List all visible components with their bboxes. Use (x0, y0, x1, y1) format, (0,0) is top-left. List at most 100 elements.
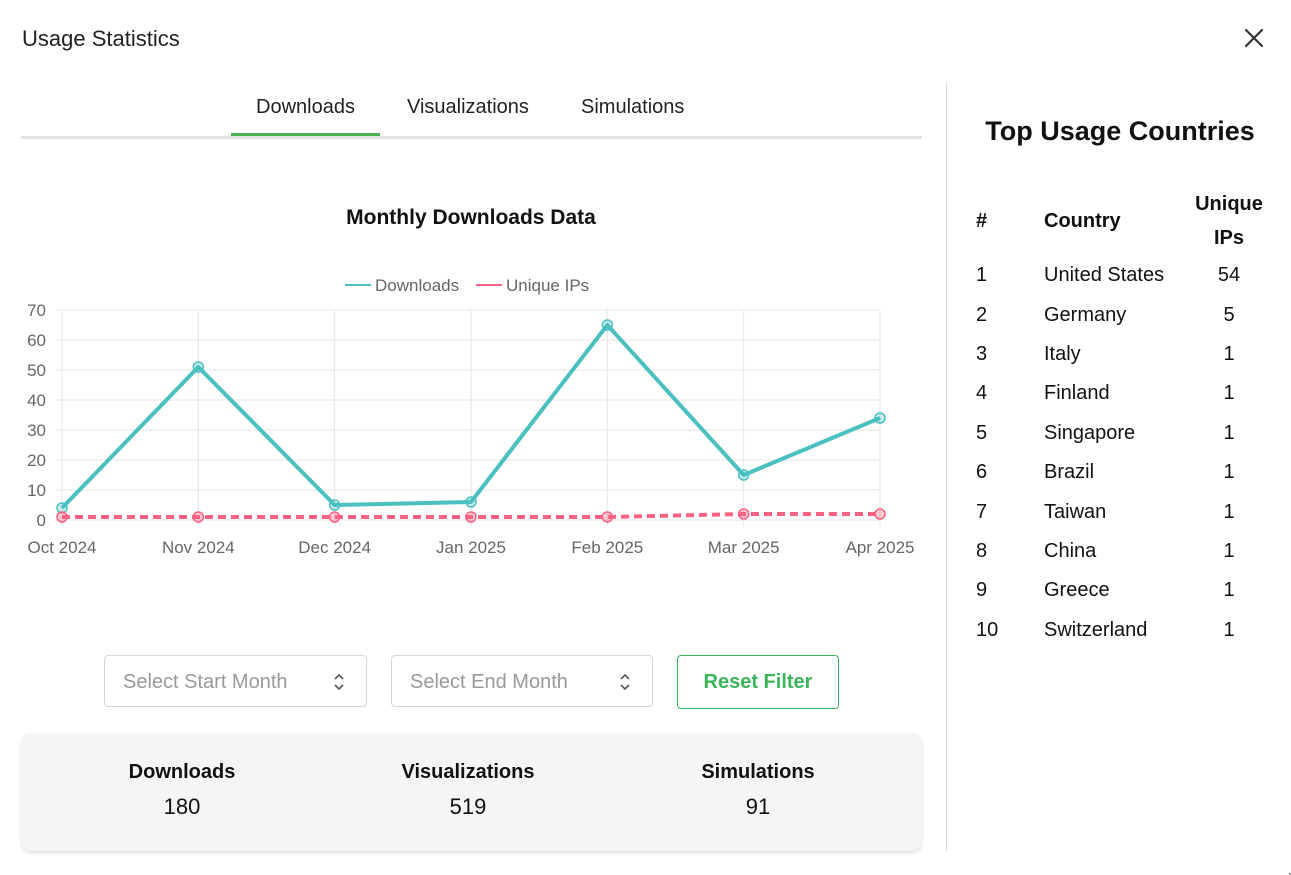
dialog-title: Usage Statistics (22, 26, 180, 51)
end-month-placeholder: Select End Month (410, 671, 568, 693)
close-icon[interactable] (1240, 24, 1268, 52)
data-point (192, 361, 205, 373)
y-tick-label: 70 (27, 301, 46, 320)
table-row: 10 Switzerland 1 (966, 611, 1274, 650)
reset-filter-button[interactable]: Reset Filter (677, 655, 839, 709)
summary-panel: Downloads 180 Visualizations 519 Simulat… (21, 733, 922, 851)
rank-cell: 2 (976, 303, 988, 326)
chevron-up-down-icon (334, 673, 344, 691)
country-cell: Taiwan (1044, 500, 1107, 523)
tab-bar: Downloads Visualizations Simulations (21, 84, 922, 139)
data-point (192, 511, 205, 523)
data-point (737, 469, 750, 481)
countries-table: # Country Unique IPs 1 United States 54 2 Ge… (966, 186, 1274, 650)
data-point (874, 508, 886, 520)
header-country: Country (1044, 209, 1121, 232)
rank-cell: 5 (976, 421, 988, 444)
chart-svg: Monthly Downloads Data Downloads Unique IP… (27, 206, 915, 557)
table-header-row: # Country Unique IPs (966, 186, 1274, 256)
y-tick-label: 60 (27, 331, 46, 350)
rank-cell: 8 (976, 539, 988, 562)
country-cell: United States (1044, 264, 1165, 287)
tab-simulations[interactable]: Simulations (581, 96, 684, 119)
data-point (56, 511, 68, 523)
chart-title: Monthly Downloads Data (346, 206, 596, 229)
country-cell: China (1044, 539, 1097, 562)
data-point (601, 319, 614, 331)
x-tick-label: Nov 2024 (162, 538, 235, 557)
y-tick-label: 30 (27, 421, 46, 440)
summary-simulations: Simulations 91 (658, 761, 858, 820)
data-point (874, 412, 886, 424)
unique-ips-cell: 1 (1223, 618, 1235, 641)
unique-ips-cell: 1 (1223, 579, 1235, 602)
data-point (465, 496, 477, 508)
rank-cell: 10 (976, 618, 999, 641)
unique-ips-cell: 1 (1223, 461, 1235, 484)
start-month-placeholder: Select Start Month (123, 671, 288, 693)
summary-label: Downloads (128, 761, 236, 783)
tab-downloads[interactable]: Downloads (231, 96, 380, 136)
data-point (328, 511, 341, 523)
country-cell: Brazil (1044, 461, 1095, 484)
table-row: 7 Taiwan 1 (966, 492, 1274, 531)
rank-cell: 3 (976, 342, 988, 365)
country-cell: Switzerland (1044, 618, 1148, 641)
x-tick-label: Dec 2024 (298, 538, 371, 557)
header-unique-ips: Unique IPs (1195, 193, 1263, 249)
x-tick-label: Feb 2025 (571, 538, 643, 557)
data-point (328, 499, 341, 511)
start-month-select[interactable]: Select Start Month (104, 655, 367, 707)
rank-cell: 6 (976, 461, 988, 484)
table-row: 2 Germany 5 (966, 295, 1274, 334)
summary-value: 180 (163, 794, 201, 819)
y-tick-label: 20 (27, 451, 46, 470)
data-point (737, 508, 750, 520)
tab-visualizations[interactable]: Visualizations (407, 96, 529, 119)
table-row: 5 Singapore 1 (966, 414, 1274, 453)
summary-value: 91 (745, 794, 771, 819)
x-tick-label: Oct 2024 (28, 538, 97, 557)
rank-cell: 9 (976, 579, 988, 602)
filter-bar: Select Start Month Select End Month Rese… (0, 655, 940, 709)
panel-divider (946, 82, 947, 852)
data-point (601, 511, 614, 523)
x-tick-label: Mar 2025 (708, 538, 780, 557)
rank-cell: 1 (976, 264, 988, 287)
end-month-select[interactable]: Select End Month (391, 655, 653, 707)
country-cell: Singapore (1044, 421, 1136, 444)
rank-cell: 7 (976, 500, 988, 523)
unique-ips-cell: 1 (1223, 539, 1235, 562)
x-tick-label: Jan 2025 (436, 538, 506, 557)
table-row: 6 Brazil 1 (966, 453, 1274, 492)
summary-value: 519 (449, 794, 487, 819)
table-row: 3 Italy 1 (966, 335, 1274, 374)
table-row: 4 Finland 1 (966, 374, 1274, 413)
country-cell: Greece (1044, 579, 1110, 602)
unique-ips-cell: 1 (1223, 500, 1235, 523)
summary-visualizations: Visualizations 519 (368, 761, 568, 820)
chevron-up-down-icon (620, 673, 630, 691)
unique-ips-cell: 1 (1223, 382, 1235, 405)
table-row: 1 United States 54 (966, 256, 1274, 295)
unique-ips-cell: 5 (1223, 303, 1235, 326)
legend-label: Downloads (375, 276, 459, 295)
summary-label: Simulations (701, 761, 815, 783)
y-tick-label: 0 (37, 511, 46, 530)
countries-title: Top Usage Countries (985, 116, 1255, 146)
unique-ips-cell: 1 (1223, 421, 1235, 444)
legend-label: Unique IPs (506, 276, 589, 295)
y-tick-label: 50 (27, 361, 46, 380)
country-cell: Germany (1044, 303, 1127, 326)
downloads-chart: Monthly Downloads Data Downloads Unique IP… (0, 190, 940, 590)
summary-downloads: Downloads 180 (82, 761, 282, 820)
y-tick-label: 10 (27, 481, 46, 500)
unique-ips-cell: 54 (1217, 264, 1241, 287)
summary-label: Visualizations (401, 761, 535, 783)
rank-cell: 4 (976, 382, 988, 405)
x-tick-label: Apr 2025 (846, 538, 915, 557)
data-point (465, 511, 477, 523)
unique-ips-cell: 1 (1223, 342, 1235, 365)
header-rank: # (976, 209, 988, 232)
y-tick-label: 40 (27, 391, 46, 410)
